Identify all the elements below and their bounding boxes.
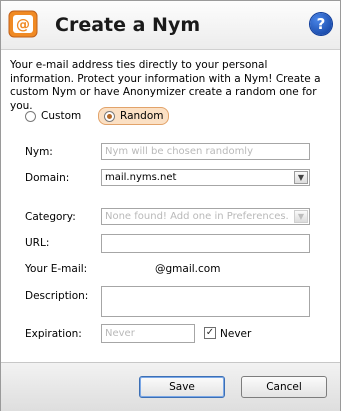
domain-label: Domain: [25,172,70,184]
dialog-title: Create a Nym [55,14,201,36]
nym-label: Nym: [25,146,53,158]
domain-value: mail.nyms.net [105,172,177,183]
cancel-button[interactable]: Cancel [241,376,327,398]
url-label: URL: [25,237,50,249]
random-radio[interactable]: Random [98,107,170,125]
description-label: Description: [25,290,89,302]
create-nym-dialog: @ Create a Nym ? Your e-mail address tie… [0,0,341,411]
url-input[interactable] [101,234,310,253]
random-radio-circle[interactable] [104,110,115,122]
category-placeholder: None found! Add one in Preferences. [105,211,289,222]
svg-text:@: @ [16,17,30,33]
custom-radio-circle[interactable] [25,110,36,122]
expiration-label: Expiration: [25,328,82,340]
random-radio-label: Random [120,110,164,122]
dialog-footer: Save Cancel [1,362,340,411]
save-button[interactable]: Save [139,376,225,398]
intro-text: Your e-mail address ties directly to you… [10,59,321,112]
category-label: Category: [25,211,76,223]
description-textarea[interactable] [101,286,310,317]
never-label: Never [220,328,252,340]
help-icon[interactable]: ? [310,13,332,35]
never-checkbox[interactable]: ✓ [204,327,216,339]
nym-input[interactable]: Nym will be chosen randomly [101,143,310,160]
domain-select[interactable]: mail.nyms.net ▼ [101,169,310,186]
email-value: @gmail.com [155,263,221,275]
category-dropdown-arrow-icon[interactable]: ▼ [294,210,308,223]
category-select[interactable]: None found! Add one in Preferences. ▼ [101,208,310,225]
dialog-header: @ Create a Nym ? [1,1,340,50]
domain-dropdown-arrow-icon[interactable]: ▼ [294,171,308,184]
expiration-input[interactable]: Never [101,324,195,343]
mail-app-icon: @ [8,10,38,38]
custom-radio-label: Custom [41,110,82,122]
custom-radio[interactable]: Custom [25,110,81,122]
email-label: Your E-mail: [25,263,88,275]
